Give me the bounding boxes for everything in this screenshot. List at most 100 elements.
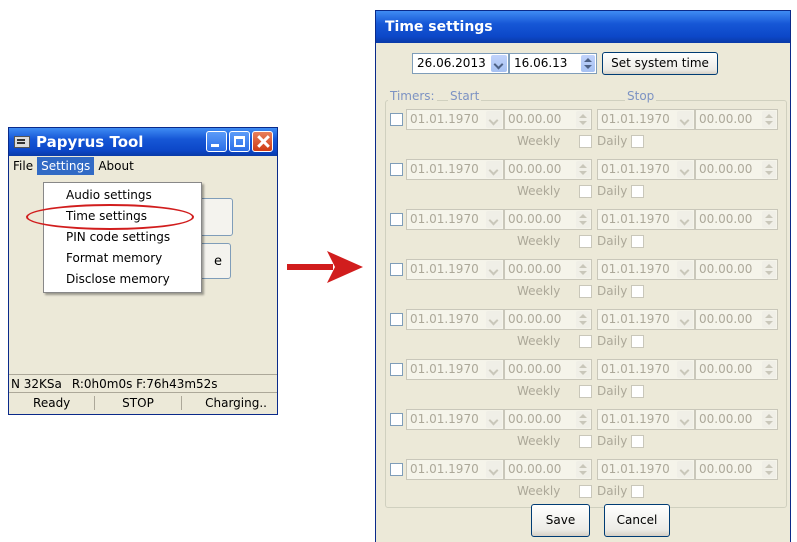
start-time-stepper[interactable]: 00.00.00 bbox=[504, 259, 592, 280]
timer-enable-checkbox[interactable] bbox=[390, 363, 403, 376]
cancel-button[interactable]: Cancel bbox=[604, 504, 670, 537]
start-date-select[interactable]: 01.01.1970 bbox=[406, 309, 504, 330]
papyrus-titlebar[interactable]: Papyrus Tool bbox=[9, 128, 277, 156]
start-date-select[interactable]: 01.01.1970 bbox=[406, 409, 504, 430]
set-system-time-button[interactable]: Set system time bbox=[602, 52, 718, 75]
start-time-stepper[interactable]: 00.00.00 bbox=[504, 309, 592, 330]
stop-date-select[interactable]: 01.01.1970 bbox=[597, 459, 695, 480]
spin-arrows-icon[interactable] bbox=[576, 361, 590, 378]
stop-date-select[interactable]: 01.01.1970 bbox=[597, 409, 695, 430]
chevron-down-icon[interactable] bbox=[677, 411, 693, 428]
stop-time-stepper[interactable]: 00.00.00 bbox=[695, 259, 778, 280]
start-time-stepper[interactable]: 00.00.00 bbox=[504, 409, 592, 430]
stop-time-stepper[interactable]: 00.00.00 bbox=[695, 409, 778, 430]
stop-time-stepper[interactable]: 00.00.00 bbox=[695, 359, 778, 380]
stop-time-stepper[interactable]: 00.00.00 bbox=[695, 109, 778, 130]
menu-item-pin-code-settings[interactable]: PIN code settings bbox=[44, 227, 201, 248]
chevron-down-icon[interactable] bbox=[486, 111, 502, 128]
chevron-down-icon[interactable] bbox=[486, 311, 502, 328]
start-date-select[interactable]: 01.01.1970 bbox=[406, 359, 504, 380]
menu-item-audio-settings[interactable]: Audio settings bbox=[44, 185, 201, 206]
spin-arrows-icon[interactable] bbox=[762, 411, 776, 428]
spin-arrows-icon[interactable] bbox=[576, 461, 590, 478]
spin-arrows-icon[interactable] bbox=[762, 111, 776, 128]
chevron-down-icon[interactable] bbox=[677, 261, 693, 278]
start-time-stepper[interactable]: 00.00.00 bbox=[504, 459, 592, 480]
start-time-stepper[interactable]: 00.00.00 bbox=[504, 159, 592, 180]
daily-checkbox[interactable] bbox=[631, 185, 644, 198]
stop-date-select[interactable]: 01.01.1970 bbox=[597, 209, 695, 230]
minimize-icon[interactable] bbox=[206, 131, 227, 152]
weekly-checkbox[interactable] bbox=[579, 185, 592, 198]
weekly-checkbox[interactable] bbox=[579, 385, 592, 398]
daily-checkbox[interactable] bbox=[631, 285, 644, 298]
weekly-checkbox[interactable] bbox=[579, 485, 592, 498]
timer-enable-checkbox[interactable] bbox=[390, 313, 403, 326]
timer-enable-checkbox[interactable] bbox=[390, 213, 403, 226]
chevron-down-icon[interactable] bbox=[486, 461, 502, 478]
stop-date-select[interactable]: 01.01.1970 bbox=[597, 159, 695, 180]
stop-date-select[interactable]: 01.01.1970 bbox=[597, 259, 695, 280]
stop-date-select[interactable]: 01.01.1970 bbox=[597, 309, 695, 330]
menu-about[interactable]: About bbox=[94, 157, 137, 175]
chevron-down-icon[interactable] bbox=[486, 211, 502, 228]
chevron-down-icon[interactable] bbox=[677, 161, 693, 178]
daily-checkbox[interactable] bbox=[631, 335, 644, 348]
spin-arrows-icon[interactable] bbox=[762, 261, 776, 278]
chevron-down-icon[interactable] bbox=[677, 461, 693, 478]
menu-file[interactable]: File bbox=[9, 157, 37, 175]
start-time-stepper[interactable]: 00.00.00 bbox=[504, 359, 592, 380]
daily-checkbox[interactable] bbox=[631, 485, 644, 498]
stop-time-stepper[interactable]: 00.00.00 bbox=[695, 309, 778, 330]
chevron-down-icon[interactable] bbox=[677, 361, 693, 378]
stop-date-select[interactable]: 01.01.1970 bbox=[597, 109, 695, 130]
start-date-select[interactable]: 01.01.1970 bbox=[406, 459, 504, 480]
maximize-icon[interactable] bbox=[229, 131, 250, 152]
stop-date-select[interactable]: 01.01.1970 bbox=[597, 359, 695, 380]
daily-checkbox[interactable] bbox=[631, 435, 644, 448]
spin-arrows-icon[interactable] bbox=[762, 461, 776, 478]
timer-enable-checkbox[interactable] bbox=[390, 463, 403, 476]
chevron-down-icon[interactable] bbox=[486, 161, 502, 178]
menu-item-format-memory[interactable]: Format memory bbox=[44, 248, 201, 269]
time-settings-titlebar[interactable]: Time settings bbox=[376, 11, 790, 43]
daily-checkbox[interactable] bbox=[631, 385, 644, 398]
stop-time-stepper[interactable]: 00.00.00 bbox=[695, 159, 778, 180]
weekly-checkbox[interactable] bbox=[579, 285, 592, 298]
start-date-select[interactable]: 01.01.1970 bbox=[406, 109, 504, 130]
spin-arrows-icon[interactable] bbox=[762, 161, 776, 178]
weekly-checkbox[interactable] bbox=[579, 335, 592, 348]
weekly-checkbox[interactable] bbox=[579, 235, 592, 248]
weekly-checkbox[interactable] bbox=[579, 135, 592, 148]
time-stepper[interactable]: 16.06.13 bbox=[509, 53, 597, 74]
daily-checkbox[interactable] bbox=[631, 135, 644, 148]
save-button[interactable]: Save bbox=[531, 504, 590, 537]
chevron-down-icon[interactable] bbox=[486, 261, 502, 278]
spin-arrows-icon[interactable] bbox=[576, 211, 590, 228]
close-icon[interactable] bbox=[252, 131, 273, 152]
date-select[interactable]: 26.06.2013 bbox=[412, 53, 509, 74]
timer-enable-checkbox[interactable] bbox=[390, 163, 403, 176]
chevron-down-icon[interactable] bbox=[677, 211, 693, 228]
daily-checkbox[interactable] bbox=[631, 235, 644, 248]
start-time-stepper[interactable]: 00.00.00 bbox=[504, 209, 592, 230]
timer-enable-checkbox[interactable] bbox=[390, 413, 403, 426]
start-date-select[interactable]: 01.01.1970 bbox=[406, 209, 504, 230]
menu-settings[interactable]: Settings bbox=[37, 157, 95, 175]
weekly-checkbox[interactable] bbox=[579, 435, 592, 448]
spin-arrows-icon[interactable] bbox=[576, 161, 590, 178]
timer-enable-checkbox[interactable] bbox=[390, 113, 403, 126]
timer-enable-checkbox[interactable] bbox=[390, 263, 403, 276]
spin-arrows-icon[interactable] bbox=[762, 361, 776, 378]
stop-time-stepper[interactable]: 00.00.00 bbox=[695, 209, 778, 230]
spin-arrows-icon[interactable] bbox=[762, 311, 776, 328]
chevron-down-icon[interactable] bbox=[486, 411, 502, 428]
spin-arrows-icon[interactable] bbox=[576, 411, 590, 428]
spin-arrows-icon[interactable] bbox=[576, 111, 590, 128]
chevron-down-icon[interactable] bbox=[677, 311, 693, 328]
start-date-select[interactable]: 01.01.1970 bbox=[406, 259, 504, 280]
chevron-down-icon[interactable] bbox=[486, 361, 502, 378]
spin-arrows-icon[interactable] bbox=[576, 261, 590, 278]
stop-time-stepper[interactable]: 00.00.00 bbox=[695, 459, 778, 480]
spin-arrows-icon[interactable] bbox=[576, 311, 590, 328]
